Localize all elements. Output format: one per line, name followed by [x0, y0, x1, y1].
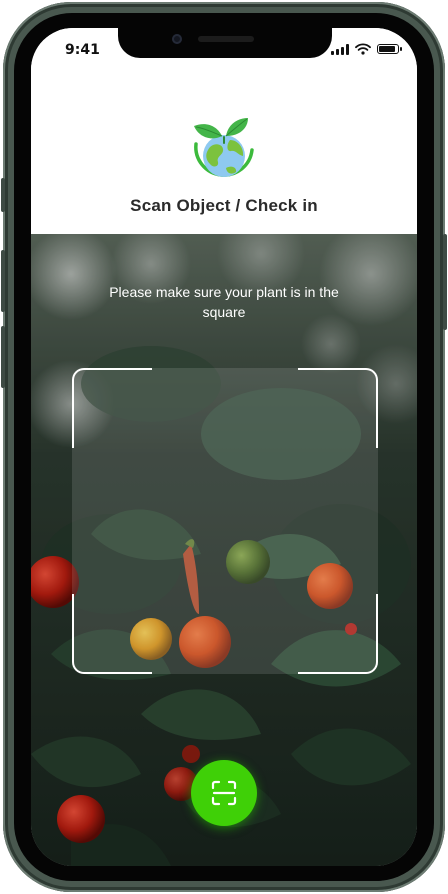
- scan-instruction: Please make sure your plant is in the sq…: [109, 284, 339, 320]
- frame-corner-top-left: [72, 368, 152, 448]
- mute-switch: [1, 178, 5, 212]
- wifi-icon: [355, 43, 371, 55]
- power-button: [443, 234, 447, 330]
- status-time: 9:41: [65, 42, 100, 58]
- cellular-signal-icon: [331, 43, 349, 55]
- front-camera: [172, 34, 182, 44]
- status-icons: [331, 42, 402, 56]
- scan-area-frame: [72, 368, 378, 674]
- earth-with-leaves-icon: [194, 118, 254, 177]
- scan-button[interactable]: [191, 760, 257, 826]
- volume-down-button: [1, 326, 5, 388]
- notch: [118, 28, 332, 58]
- frame-corner-bottom-left: [72, 594, 152, 674]
- page-title: Scan Object / Check in: [130, 196, 318, 215]
- frame-corner-bottom-right: [298, 594, 378, 674]
- header: 9:41 Scan Object / Check in: [31, 28, 417, 234]
- earpiece-speaker: [198, 36, 254, 42]
- camera-preview[interactable]: Please make sure your plant is in the sq…: [31, 234, 417, 866]
- battery-icon: [377, 44, 402, 54]
- volume-up-button: [1, 250, 5, 312]
- frame-corner-top-right: [298, 368, 378, 448]
- scan-icon: [211, 780, 237, 806]
- app-screen: 9:41 Scan Object / Check in Please make …: [31, 28, 417, 866]
